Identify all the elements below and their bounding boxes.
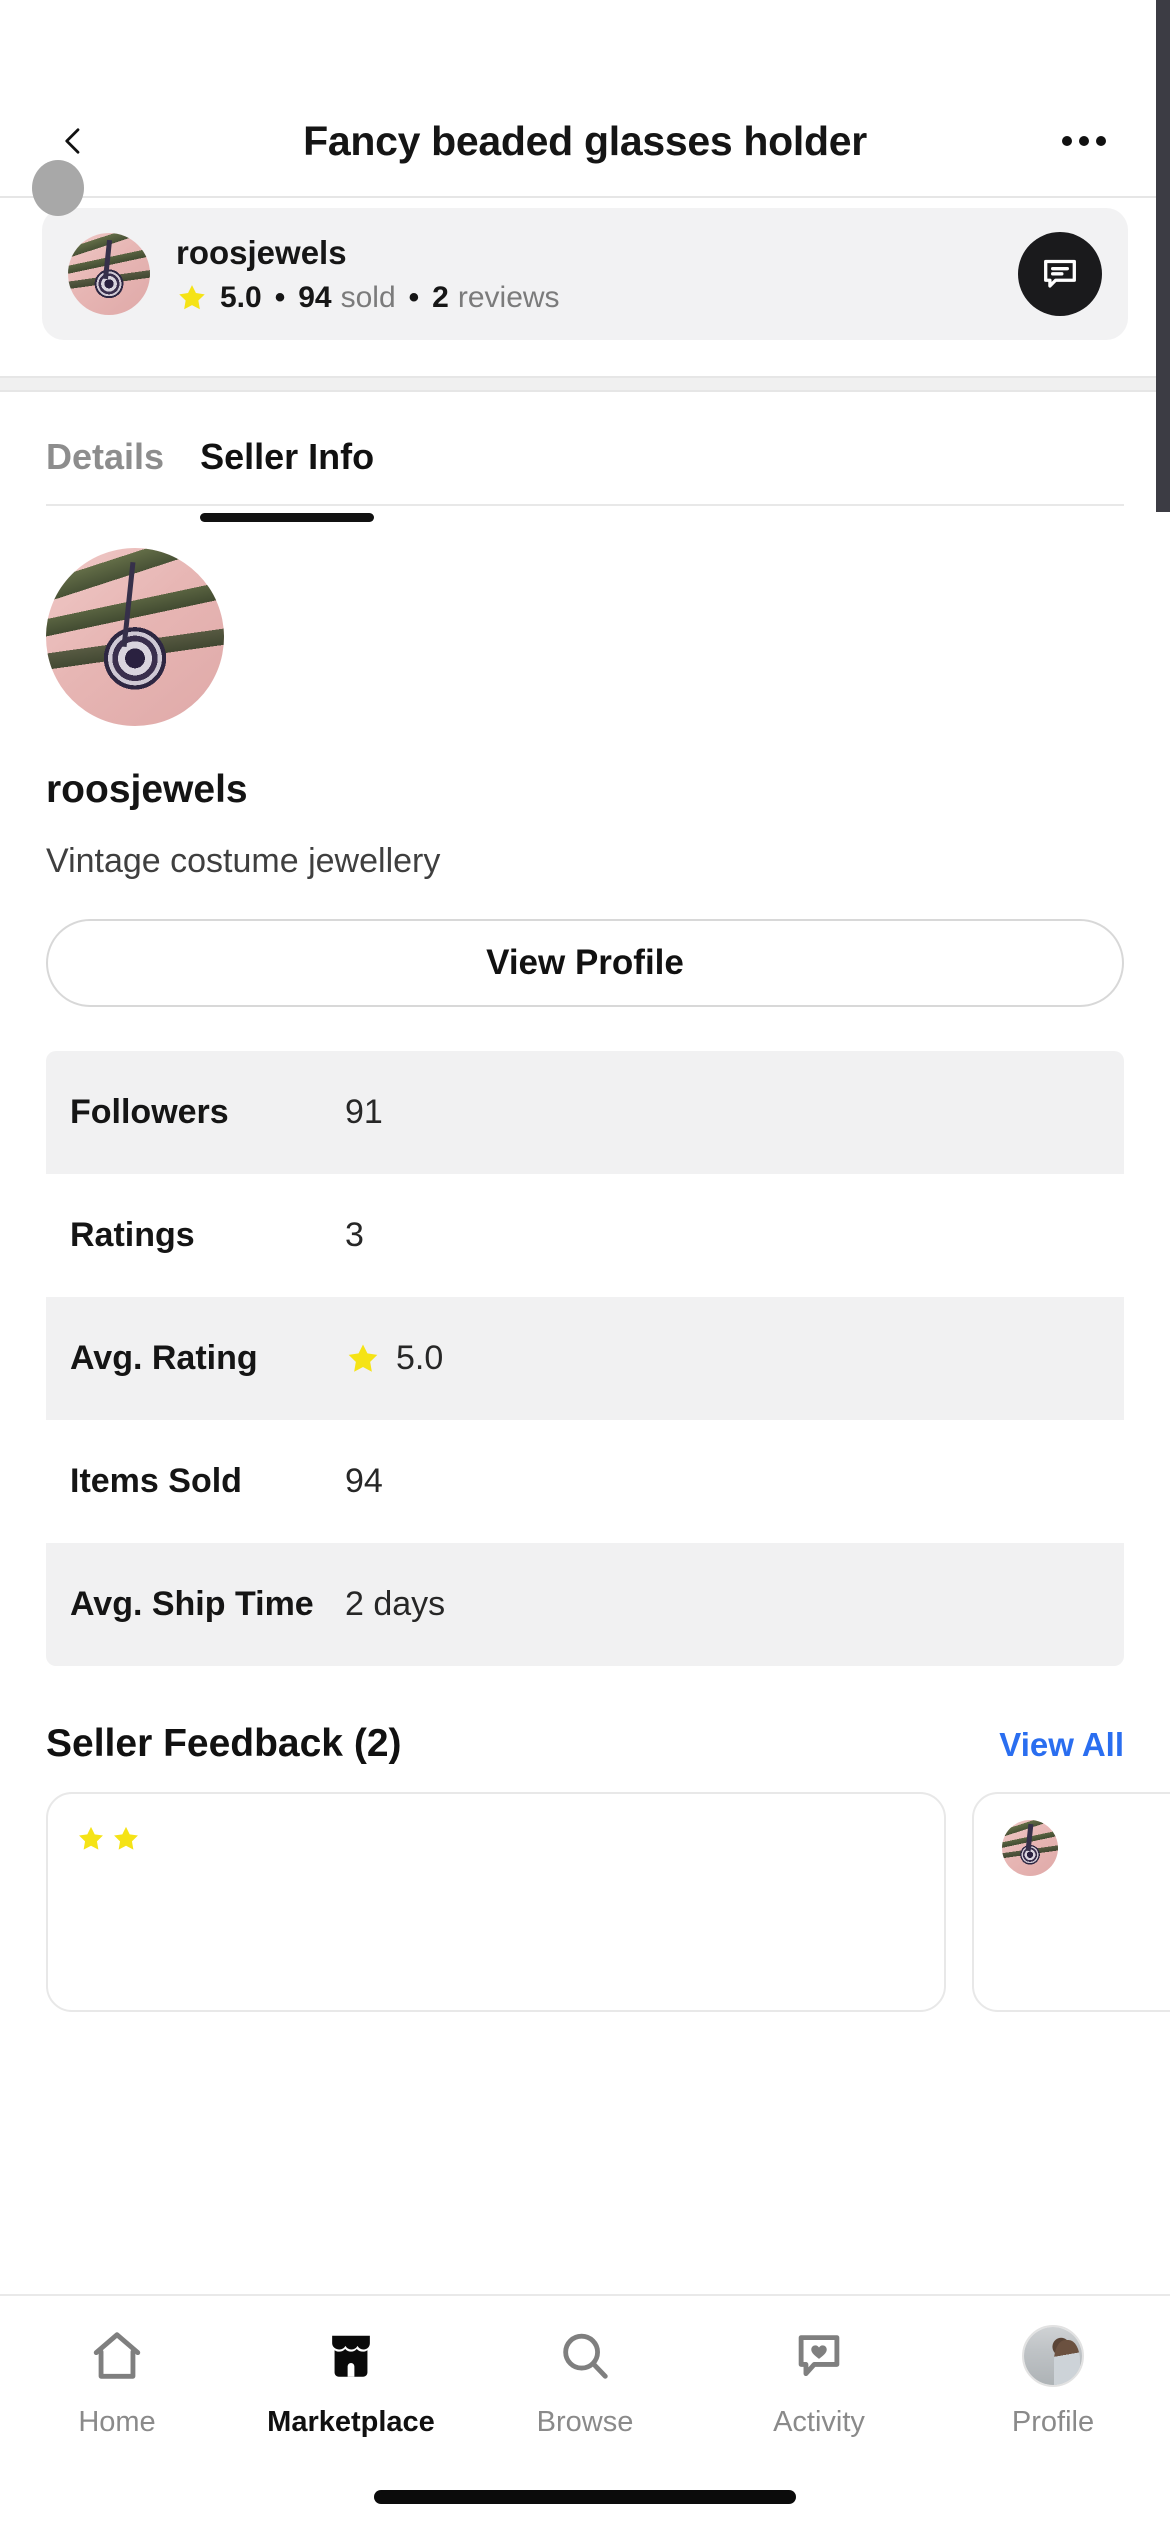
seller-sold-count: 94: [298, 280, 332, 314]
seller-reviews-label: reviews: [457, 280, 560, 314]
status-bar: [0, 0, 1170, 86]
seller-avatar-large[interactable]: [46, 548, 224, 726]
feedback-title: Seller Feedback (2): [46, 1722, 402, 1765]
table-row: Avg. Ship Time 2 days: [46, 1543, 1124, 1666]
seller-feedback-header: Seller Feedback (2) View All: [46, 1722, 1124, 1766]
seller-summary-info: roosjewels 5.0 • 94 sold • 2 reviews: [176, 233, 1004, 315]
message-bubble-icon: [1044, 259, 1076, 288]
seller-sold-label: sold: [340, 280, 396, 314]
search-icon: [556, 2322, 614, 2390]
list-item[interactable]: [972, 1792, 1170, 2012]
seller-reviews-count: 2: [432, 280, 449, 314]
seller-rating-row: 5.0 • 94 sold • 2 reviews: [176, 281, 1004, 315]
stat-value-rating: 5.0: [345, 1339, 443, 1378]
seller-rating-value: 5.0: [220, 280, 262, 314]
table-row: Avg. Rating 5.0: [46, 1297, 1124, 1420]
avatar: [1002, 1820, 1058, 1876]
nav-label: Profile: [1011, 2406, 1095, 2438]
seller-avatar-small[interactable]: [68, 233, 150, 315]
page-scrollbar[interactable]: [1156, 0, 1170, 512]
app-header: Fancy beaded glasses holder: [0, 86, 1170, 196]
feedback-view-all-link[interactable]: View All: [999, 1726, 1124, 1764]
nav-item-home[interactable]: Home: [0, 2322, 234, 2462]
nav-label: Activity: [773, 2406, 865, 2438]
seller-profile-name: roosjewels: [46, 768, 248, 811]
seller-profile-bio: Vintage costume jewellery: [46, 842, 441, 880]
stat-label: Ratings: [70, 1216, 195, 1254]
nav-item-profile[interactable]: Profile: [936, 2322, 1170, 2462]
star-icon: [79, 1826, 103, 1850]
overflow-menu-icon: [1096, 136, 1106, 146]
nav-label: Browse: [536, 2406, 634, 2438]
message-seller-button[interactable]: [1018, 232, 1102, 316]
stat-value: 5.0: [396, 1339, 444, 1377]
nav-item-browse[interactable]: Browse: [468, 2322, 702, 2462]
feedback-card-rail[interactable]: [46, 1792, 1170, 2012]
star-icon: [114, 1826, 138, 1850]
storefront-icon: [322, 2322, 380, 2390]
stat-value: 2 days: [345, 1585, 446, 1623]
feedback-star-rating: [76, 1824, 141, 1854]
stat-value: 94: [345, 1462, 383, 1500]
profile-avatar: [1022, 2322, 1084, 2390]
stat-label: Followers: [70, 1093, 229, 1131]
nav-label: Marketplace: [267, 2406, 435, 2438]
home-icon: [88, 2322, 146, 2390]
seller-summary-card[interactable]: roosjewels 5.0 • 94 sold • 2 reviews: [42, 208, 1128, 340]
home-indicator[interactable]: [374, 2490, 796, 2504]
overflow-menu-icon: [1062, 136, 1072, 146]
nav-item-activity[interactable]: Activity: [702, 2322, 936, 2462]
nav-item-marketplace[interactable]: Marketplace: [234, 2322, 468, 2462]
meta-separator: •: [408, 280, 420, 314]
table-row: Items Sold 94: [46, 1420, 1124, 1543]
table-row: Ratings 3: [46, 1174, 1124, 1297]
nav-label: Home: [78, 2406, 156, 2438]
overflow-menu-icon: [1079, 136, 1089, 146]
app-screen: Fancy beaded glasses holder roosjewels 5…: [0, 0, 1170, 2532]
star-icon: [176, 282, 208, 314]
home-indicator-area: [0, 2462, 1170, 2532]
overflow-menu-button[interactable]: [1048, 122, 1120, 160]
view-profile-button[interactable]: View Profile: [46, 919, 1124, 1007]
tab-details[interactable]: Details: [46, 436, 164, 504]
seller-profile-block: roosjewels Vintage costume jewellery Vie…: [0, 506, 1170, 1007]
stat-label: Items Sold: [70, 1462, 242, 1500]
table-row: Followers 91: [46, 1051, 1124, 1174]
stat-label: Avg. Ship Time: [70, 1585, 314, 1623]
stat-value: 3: [345, 1216, 364, 1254]
stat-label: Avg. Rating: [70, 1339, 258, 1377]
page-title: Fancy beaded glasses holder: [303, 117, 867, 164]
star-icon: [345, 1341, 381, 1377]
section-divider: [0, 376, 1170, 392]
tab-seller-info[interactable]: Seller Info: [200, 436, 375, 522]
tab-bar: Details Seller Info: [0, 392, 1170, 522]
seller-summary-strip: roosjewels 5.0 • 94 sold • 2 reviews: [0, 198, 1170, 376]
avatar: [1022, 2325, 1084, 2387]
heart-bubble-icon: [790, 2322, 848, 2390]
seller-name: roosjewels: [176, 234, 347, 272]
bottom-navigation-bar: Home Marketplace Browse Activity Profile: [0, 2294, 1170, 2532]
seller-stats-table: Followers 91 Ratings 3 Avg. Rating 5.0 I…: [46, 1051, 1124, 1666]
list-item[interactable]: [46, 1792, 946, 2012]
stat-value: 91: [345, 1093, 383, 1131]
meta-separator: •: [274, 280, 286, 314]
chevron-left-icon: [65, 128, 80, 154]
cursor-indicator: [32, 160, 84, 216]
